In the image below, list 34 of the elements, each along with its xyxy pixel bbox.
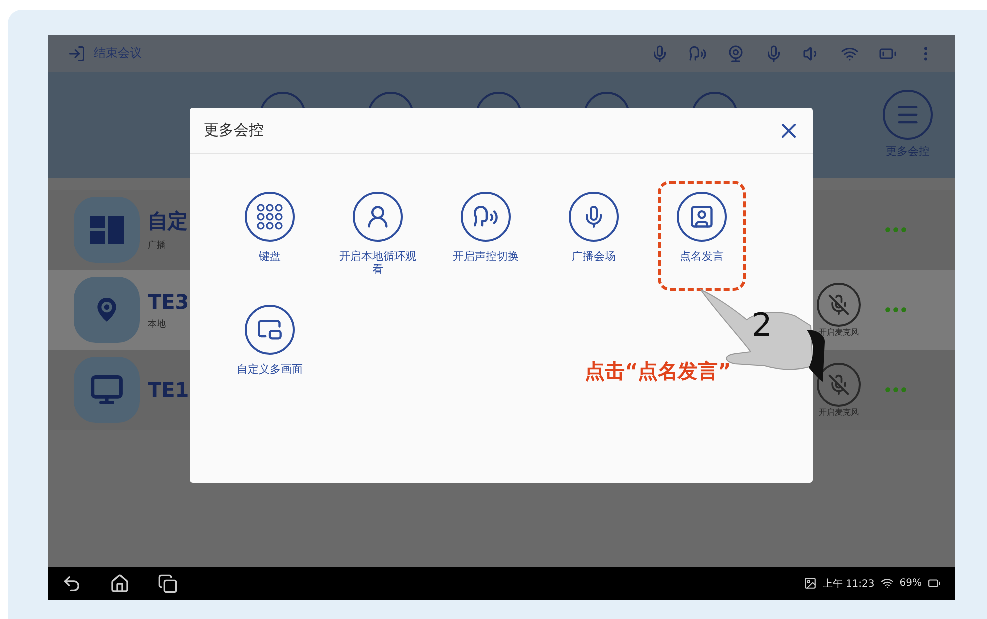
- speaking-user-icon: [473, 204, 499, 230]
- participant-name: 自定: [148, 208, 188, 235]
- control-option[interactable]: 开启声控切换: [442, 181, 530, 292]
- control-option[interactable]: 自定义多画面: [226, 294, 314, 392]
- participant-name: TE1: [148, 378, 190, 402]
- instruction-caption: 点击“点名发言”: [585, 358, 732, 385]
- home-icon[interactable]: [110, 574, 130, 594]
- step-number: 2: [752, 306, 772, 344]
- control-option[interactable]: 键盘: [226, 181, 314, 292]
- dialog-title: 更多会控: [204, 121, 264, 140]
- battery-icon: [928, 577, 941, 590]
- control-option[interactable]: 广播会场: [550, 181, 638, 292]
- keypad-icon: [257, 204, 283, 230]
- user-card-icon: [689, 204, 715, 230]
- clock-text: 上午 11:23: [822, 578, 875, 590]
- microphone-icon[interactable]: [765, 44, 783, 62]
- more-icon[interactable]: [885, 307, 907, 313]
- microphone-off-icon: [828, 294, 850, 316]
- participant-status: 广播: [148, 240, 167, 252]
- grid-icon: [90, 216, 124, 244]
- microphone-icon[interactable]: [651, 44, 669, 62]
- battery-text: 69%: [900, 578, 922, 589]
- control-option[interactable]: 开启本地循环观看: [334, 181, 422, 292]
- participant-status: 本地: [148, 318, 167, 330]
- participant-name: TE3: [148, 290, 190, 314]
- speaking-head-icon[interactable]: [689, 44, 707, 62]
- microphone-off-icon: [828, 374, 850, 396]
- control-option[interactable]: 点名发言: [658, 181, 746, 292]
- back-icon[interactable]: [62, 574, 82, 594]
- monitor-icon: [90, 373, 124, 407]
- image-icon: [804, 577, 817, 590]
- webcam-icon[interactable]: [727, 44, 745, 62]
- exit-icon[interactable]: [68, 44, 86, 62]
- recent-apps-icon[interactable]: [158, 574, 178, 594]
